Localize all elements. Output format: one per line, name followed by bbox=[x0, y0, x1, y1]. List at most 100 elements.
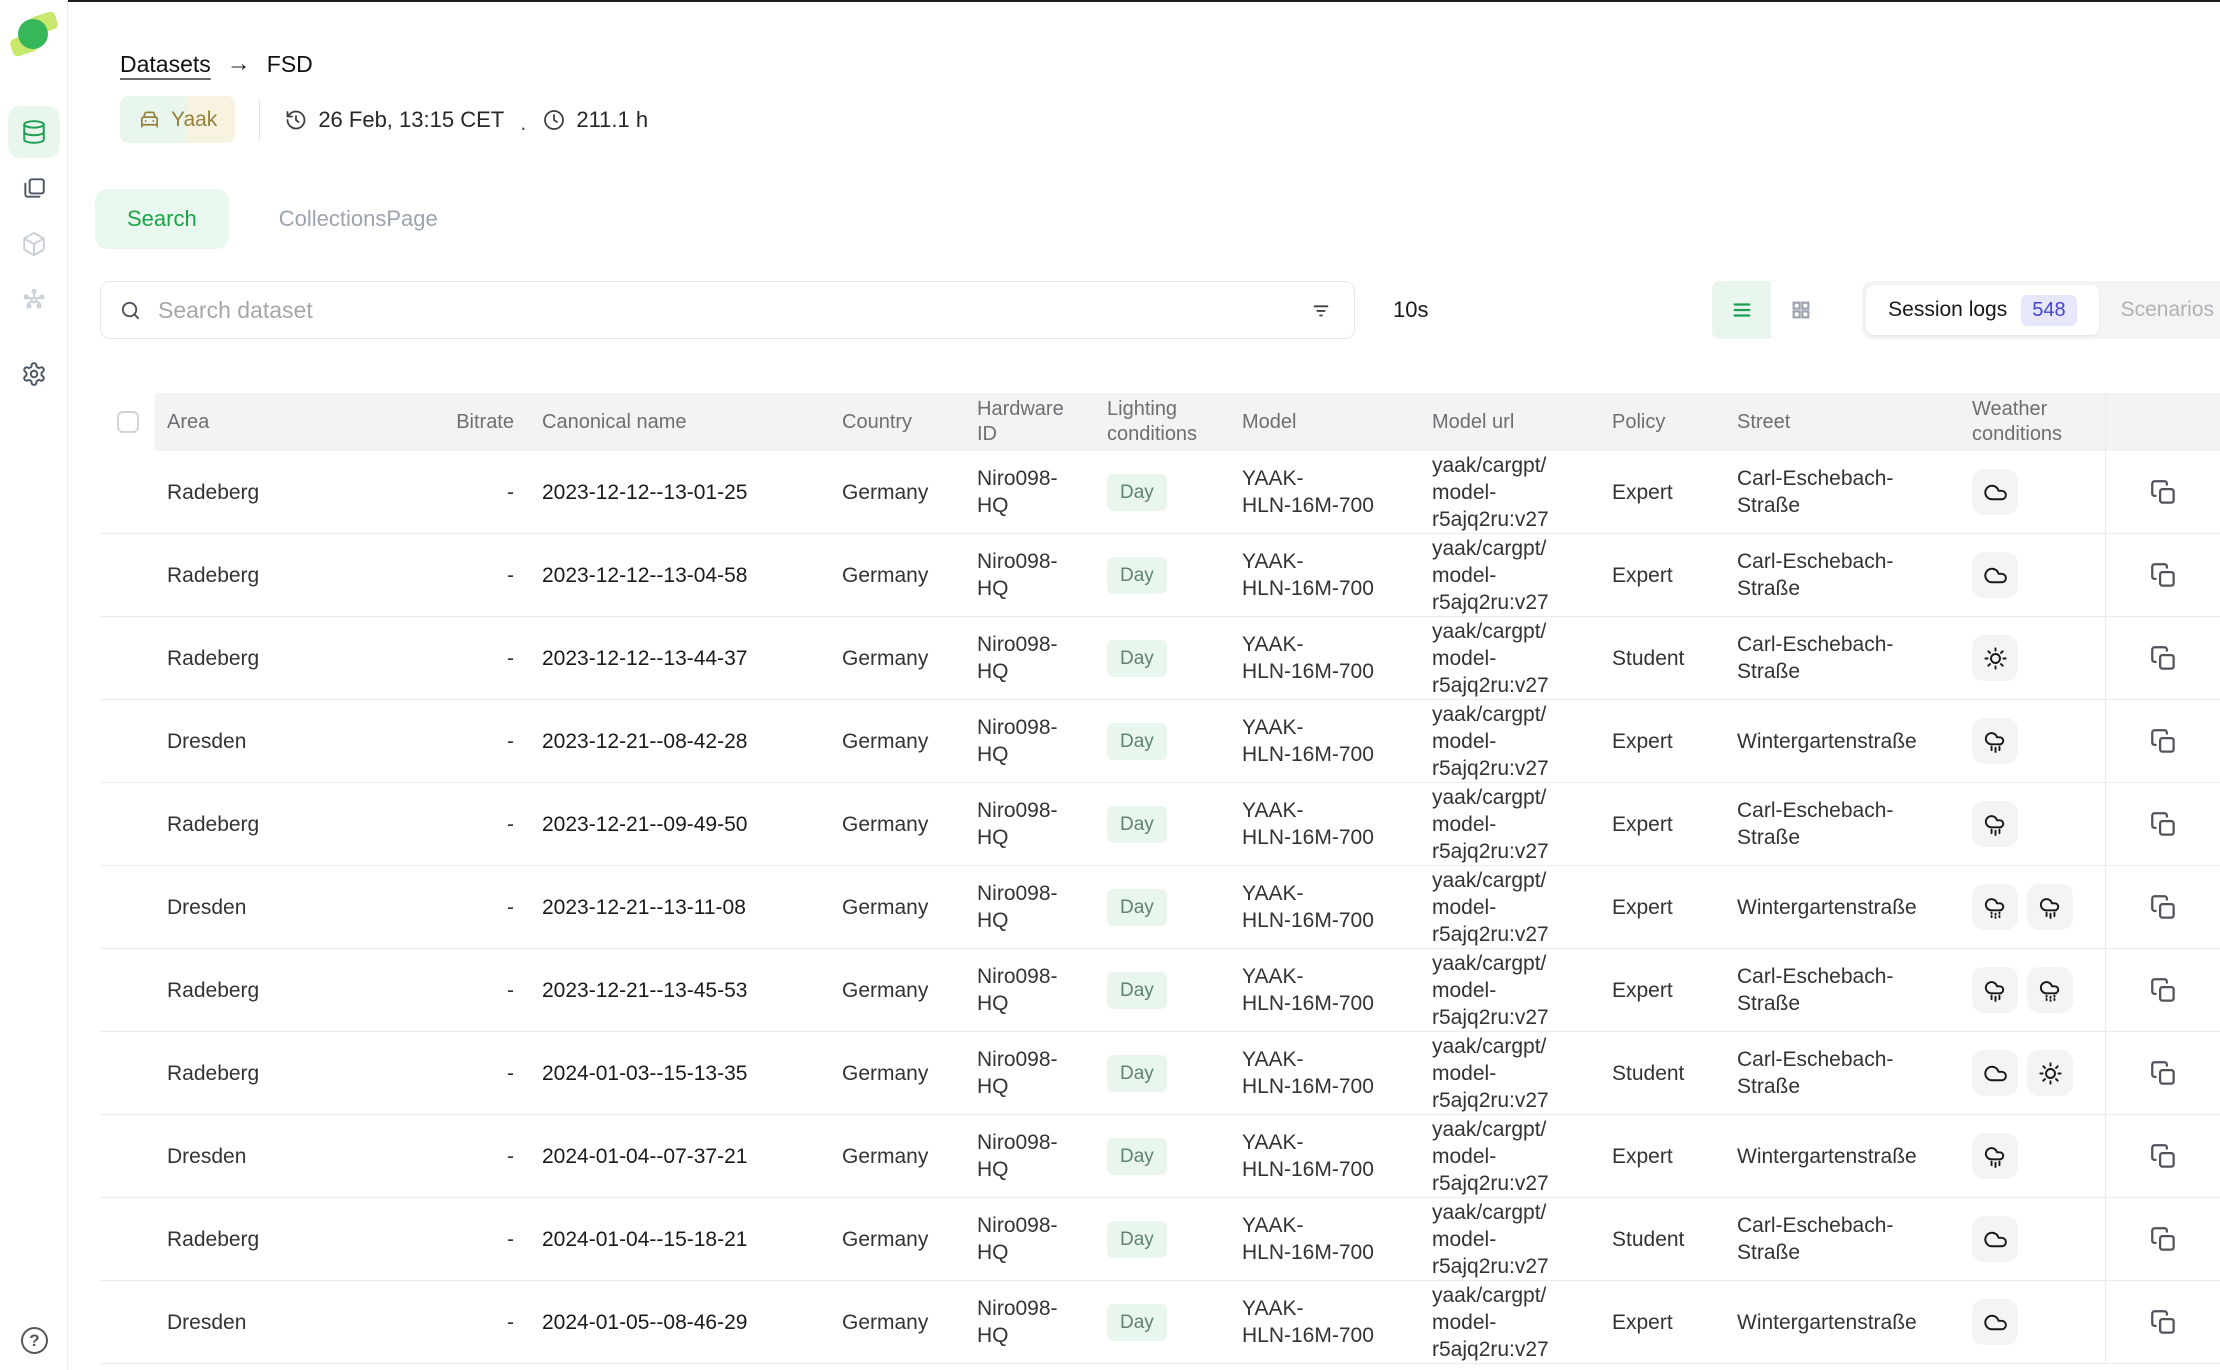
table-row[interactable]: Radeberg - 2023-12-21--09-49-50 Germany … bbox=[100, 783, 2220, 866]
cell-country: Germany bbox=[830, 1115, 965, 1197]
cell-canonical-name: 2024-01-03--15-13-35 bbox=[530, 1032, 830, 1114]
cell-lighting: Day bbox=[1095, 534, 1230, 616]
sidebar-item-packages[interactable] bbox=[8, 218, 60, 270]
list-view-button[interactable] bbox=[1712, 281, 1771, 339]
cloud-weather-icon bbox=[1972, 1299, 2018, 1345]
meta-separator: . bbox=[520, 110, 526, 136]
search-input[interactable] bbox=[158, 297, 1304, 324]
column-header-policy[interactable]: Policy bbox=[1600, 393, 1725, 451]
cell-area: Radeberg bbox=[155, 617, 450, 699]
segment-scenarios[interactable]: Scenarios bbox=[2099, 285, 2220, 335]
grid-view-button[interactable] bbox=[1771, 281, 1830, 339]
copy-row-button[interactable] bbox=[2150, 1060, 2177, 1087]
cell-hardware-id: Niro098- HQ bbox=[965, 949, 1095, 1031]
column-header-lighting-conditions[interactable]: Lighting conditions bbox=[1095, 393, 1230, 451]
sidebar-item-settings[interactable] bbox=[8, 348, 60, 400]
table-row[interactable]: Dresden - 2023-12-21--08-42-28 Germany N… bbox=[100, 700, 2220, 783]
table-row[interactable]: Dresden - 2024-01-05--08-46-29 Germany N… bbox=[100, 1281, 2220, 1364]
row-checkbox-cell bbox=[100, 1032, 155, 1114]
cell-street: Carl-Eschebach- Straße bbox=[1725, 949, 1960, 1031]
help-button[interactable]: ? bbox=[21, 1327, 48, 1354]
column-header-canonical-name[interactable]: Canonical name bbox=[530, 393, 830, 451]
cell-area: Dresden bbox=[155, 1281, 450, 1363]
copy-row-button[interactable] bbox=[2150, 479, 2177, 506]
copy-row-button[interactable] bbox=[2150, 811, 2177, 838]
cell-weather bbox=[1960, 1198, 2105, 1280]
cell-weather bbox=[1960, 1281, 2105, 1363]
cell-street: Carl-Eschebach- Straße bbox=[1725, 534, 1960, 616]
lighting-chip: Day bbox=[1107, 474, 1167, 511]
cell-weather bbox=[1960, 534, 2105, 616]
list-icon bbox=[1731, 299, 1753, 321]
column-header-model[interactable]: Model bbox=[1230, 393, 1420, 451]
cell-canonical-name: 2023-12-12--13-44-37 bbox=[530, 617, 830, 699]
lighting-chip: Day bbox=[1107, 557, 1167, 594]
box-icon bbox=[21, 231, 47, 257]
cell-policy: Expert bbox=[1600, 1115, 1725, 1197]
copy-row-button[interactable] bbox=[2150, 894, 2177, 921]
cell-weather bbox=[1960, 451, 2105, 533]
filter-button[interactable] bbox=[1304, 293, 1338, 327]
copy-row-button[interactable] bbox=[2150, 977, 2177, 1004]
lighting-chip: Day bbox=[1107, 972, 1167, 1009]
sidebar-item-datasets[interactable] bbox=[8, 106, 60, 158]
row-checkbox-cell bbox=[100, 1281, 155, 1363]
column-header-weather-conditions[interactable]: Weather conditions bbox=[1960, 393, 2105, 451]
sidebar-item-collections[interactable] bbox=[8, 162, 60, 214]
table-row[interactable]: Radeberg - 2024-01-03--15-13-35 Germany … bbox=[100, 1032, 2220, 1115]
column-header-model-url[interactable]: Model url bbox=[1420, 393, 1600, 451]
table-row[interactable]: Dresden - 2023-12-21--13-11-08 Germany N… bbox=[100, 866, 2220, 949]
copy-row-button[interactable] bbox=[2150, 562, 2177, 589]
table-row[interactable]: Radeberg - 2023-12-12--13-04-58 Germany … bbox=[100, 534, 2220, 617]
cell-hardware-id: Niro098- HQ bbox=[965, 1198, 1095, 1280]
table-row[interactable]: Radeberg - 2024-01-04--15-18-21 Germany … bbox=[100, 1198, 2220, 1281]
copy-row-button[interactable] bbox=[2150, 1226, 2177, 1253]
cell-area: Radeberg bbox=[155, 949, 450, 1031]
copy-row-button[interactable] bbox=[2150, 728, 2177, 755]
copy-icon bbox=[2150, 728, 2177, 755]
column-header-area[interactable]: Area bbox=[155, 393, 450, 451]
copy-row-button[interactable] bbox=[2150, 1143, 2177, 1170]
copy-row-button[interactable] bbox=[2150, 1309, 2177, 1336]
cell-area: Radeberg bbox=[155, 1198, 450, 1280]
dataset-table: Area Bitrate Canonical name Country Hard… bbox=[100, 393, 2220, 1364]
cell-canonical-name: 2023-12-21--13-45-53 bbox=[530, 949, 830, 1031]
table-row[interactable]: Radeberg - 2023-12-12--13-01-25 Germany … bbox=[100, 451, 2220, 534]
rain-weather-icon bbox=[1972, 801, 2018, 847]
select-all-checkbox[interactable] bbox=[117, 411, 139, 433]
cell-actions bbox=[2105, 534, 2220, 616]
column-header-street[interactable]: Street bbox=[1725, 393, 1960, 451]
cell-lighting: Day bbox=[1095, 617, 1230, 699]
folders-icon bbox=[21, 175, 47, 201]
view-toggle bbox=[1712, 281, 1830, 339]
cell-country: Germany bbox=[830, 534, 965, 616]
copy-icon bbox=[2150, 1060, 2177, 1087]
cell-country: Germany bbox=[830, 1281, 965, 1363]
table-row[interactable]: Dresden - 2024-01-04--07-37-21 Germany N… bbox=[100, 1115, 2220, 1198]
copy-icon bbox=[2150, 479, 2177, 506]
cell-area: Radeberg bbox=[155, 534, 450, 616]
breadcrumb-datasets-link[interactable]: Datasets bbox=[120, 51, 211, 78]
tab-search[interactable]: Search bbox=[95, 189, 229, 249]
cell-actions bbox=[2105, 1198, 2220, 1280]
tab-collections-page[interactable]: CollectionsPage bbox=[247, 189, 470, 249]
table-row[interactable]: Radeberg - 2023-12-12--13-44-37 Germany … bbox=[100, 617, 2220, 700]
cell-canonical-name: 2024-01-05--08-46-29 bbox=[530, 1281, 830, 1363]
app-logo[interactable] bbox=[11, 12, 57, 58]
column-header-country[interactable]: Country bbox=[830, 393, 965, 451]
copy-row-button[interactable] bbox=[2150, 645, 2177, 672]
main-content: Datasets → FSD Yaak 26 Feb, 13:15 CET . … bbox=[68, 0, 2220, 1370]
grid-icon bbox=[1790, 299, 1812, 321]
cell-actions bbox=[2105, 700, 2220, 782]
column-header-bitrate[interactable]: Bitrate bbox=[450, 393, 530, 451]
table-row[interactable]: Radeberg - 2023-12-21--13-45-53 Germany … bbox=[100, 949, 2220, 1032]
column-header-hardware-id[interactable]: Hardware ID bbox=[965, 393, 1095, 451]
cell-area: Dresden bbox=[155, 700, 450, 782]
row-checkbox-cell bbox=[100, 617, 155, 699]
segment-session-logs[interactable]: Session logs 548 bbox=[1866, 285, 2098, 335]
sidebar-item-network[interactable] bbox=[8, 274, 60, 326]
cell-lighting: Day bbox=[1095, 1032, 1230, 1114]
question-mark-icon: ? bbox=[29, 1331, 39, 1351]
source-badge[interactable]: Yaak bbox=[120, 96, 235, 143]
arrow-right-icon: → bbox=[227, 50, 251, 78]
